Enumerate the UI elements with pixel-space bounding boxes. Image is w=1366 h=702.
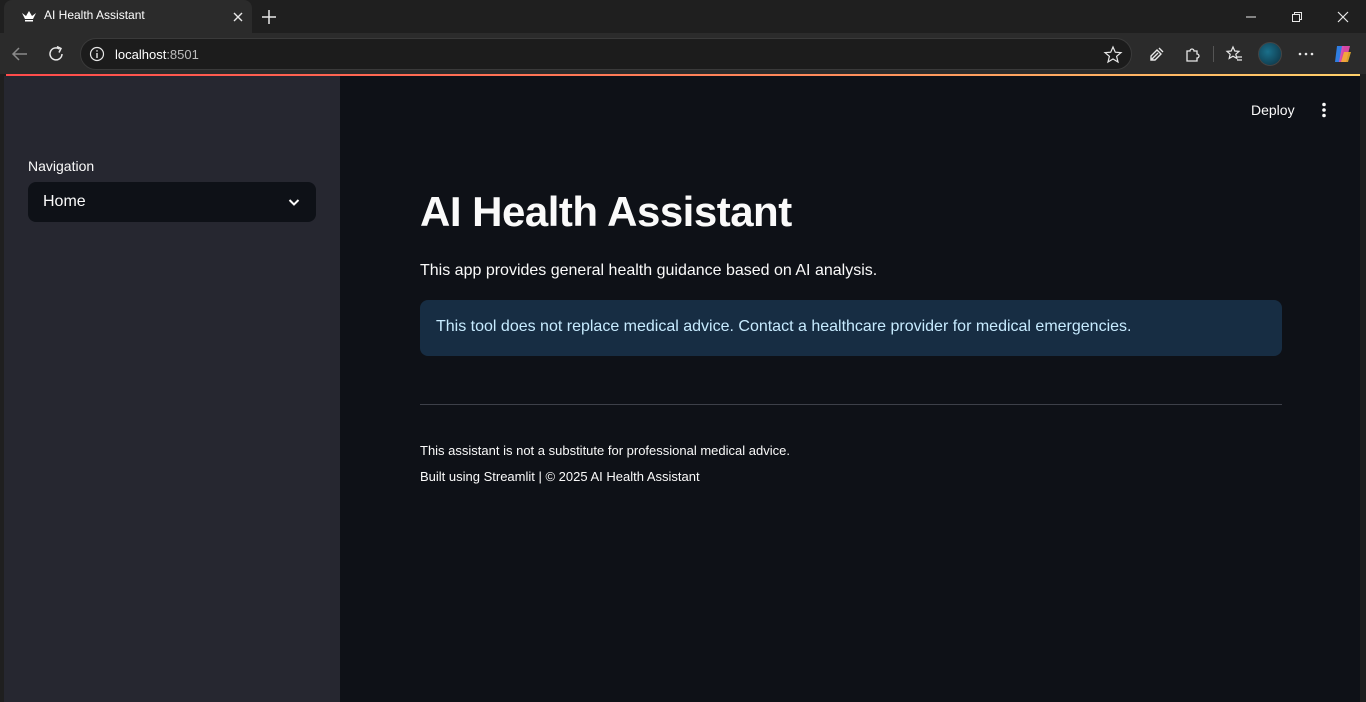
profile-avatar[interactable] [1258,42,1282,66]
close-window-button[interactable] [1320,0,1366,33]
streamlit-app: Navigation Home Deploy AI Health Assista… [4,76,1360,702]
close-tab-icon[interactable] [228,7,248,27]
browser-titlebar: AI Health Assistant [0,0,1366,33]
tab-title: AI Health Assistant [44,8,145,22]
footer-disclaimer: This assistant is not a substitute for p… [420,443,790,458]
page-title: AI Health Assistant [420,188,792,235]
address-bar[interactable]: localhost:8501 [80,38,1132,70]
navigation-select[interactable]: Home [28,182,316,222]
restore-button[interactable] [1274,0,1320,33]
browser-tab[interactable]: AI Health Assistant [4,0,252,33]
info-alert: This tool does not replace medical advic… [420,300,1282,356]
extensions-icon[interactable] [1182,43,1204,65]
intro-text: This app provides general health guidanc… [420,262,878,279]
sidebar: Navigation Home [4,76,340,702]
browser-toolbar: localhost:8501 [0,33,1366,74]
more-icon[interactable] [1295,43,1317,65]
minimize-button[interactable] [1228,0,1274,33]
copilot-icon[interactable] [1332,43,1354,65]
chevron-down-icon [286,194,302,210]
star-icon[interactable] [1103,45,1123,65]
reload-icon[interactable] [42,40,70,68]
url-port: :8501 [166,47,199,62]
info-alert-text: This tool does not replace medical advic… [436,318,1132,335]
url-text: localhost:8501 [115,47,199,62]
favorites-icon[interactable] [1223,43,1245,65]
toolbar-separator [1213,46,1214,62]
streamlit-crown-icon [21,9,37,23]
back-arrow-icon[interactable] [6,40,34,68]
deploy-button[interactable]: Deploy [1247,100,1299,120]
new-tab-button[interactable] [256,4,282,30]
divider [420,404,1282,405]
footer-credits: Built using Streamlit | © 2025 AI Health… [420,469,700,484]
navigation-label: Navigation [28,158,95,174]
main-menu-icon[interactable] [1314,98,1334,122]
eyedropper-icon[interactable] [1146,43,1168,65]
site-info-icon[interactable] [89,46,105,62]
url-host: localhost [115,47,167,62]
navigation-select-value: Home [43,193,86,210]
